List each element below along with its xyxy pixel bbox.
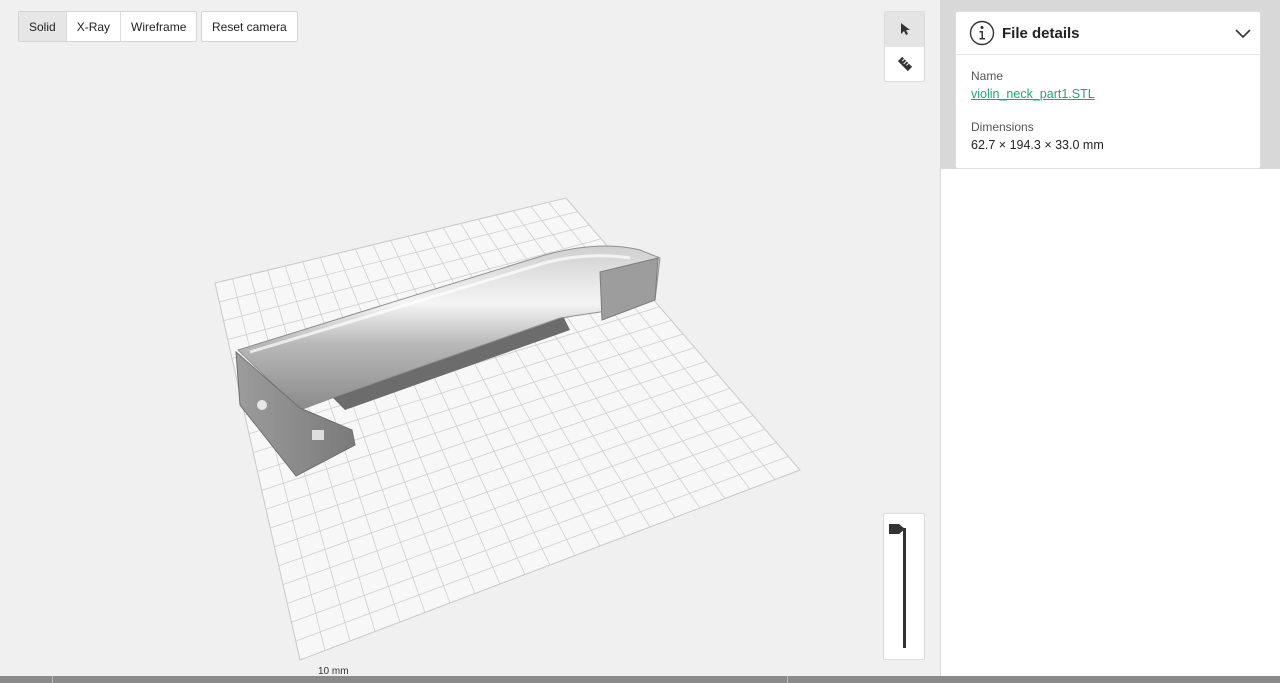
chevron-down-icon[interactable]: [1234, 24, 1252, 42]
side-panel-background: [941, 169, 1280, 676]
view-mode-toggle: Solid X-Ray Wireframe: [18, 11, 198, 42]
ruler-icon: [897, 56, 912, 71]
scale-label: 10 mm: [318, 666, 349, 676]
view-mode-solid-button[interactable]: Solid: [19, 12, 67, 41]
measure-tool-button[interactable]: [885, 46, 924, 80]
file-name-link[interactable]: violin_neck_part1.STL: [971, 87, 1095, 101]
pointer-icon: [900, 23, 910, 35]
view-mode-wireframe-button[interactable]: Wireframe: [121, 12, 196, 41]
scrollbar-divider: [787, 676, 788, 683]
file-details-header[interactable]: File details: [956, 12, 1260, 55]
layer-slider[interactable]: [883, 513, 925, 660]
name-label: Name: [971, 69, 1004, 83]
dimensions-value: 62.7 × 194.3 × 33.0 mm: [971, 138, 1104, 152]
file-details-body: Name violin_neck_part1.STL Dimensions 62…: [956, 55, 1260, 166]
info-icon: [969, 20, 995, 46]
model-hole: [257, 400, 267, 410]
scrollbar-divider: [52, 676, 53, 683]
file-details-title: File details: [1002, 24, 1080, 42]
model-slot: [312, 430, 324, 440]
tool-palette: [884, 11, 925, 82]
3d-viewport[interactable]: Solid X-Ray Wireframe Reset camera 10 mm: [0, 0, 940, 676]
slider-handle-icon[interactable]: [889, 524, 907, 534]
reset-camera-button[interactable]: Reset camera: [201, 11, 298, 42]
layer-slider-track[interactable]: [903, 528, 906, 648]
dimensions-label: Dimensions: [971, 120, 1034, 134]
select-tool-button[interactable]: [885, 12, 924, 46]
bottom-scrollbar[interactable]: [0, 676, 1280, 683]
build-plate-scene[interactable]: [0, 0, 940, 676]
view-mode-xray-button[interactable]: X-Ray: [67, 12, 122, 41]
file-details-card: File details Name violin_neck_part1.STL …: [955, 11, 1261, 169]
